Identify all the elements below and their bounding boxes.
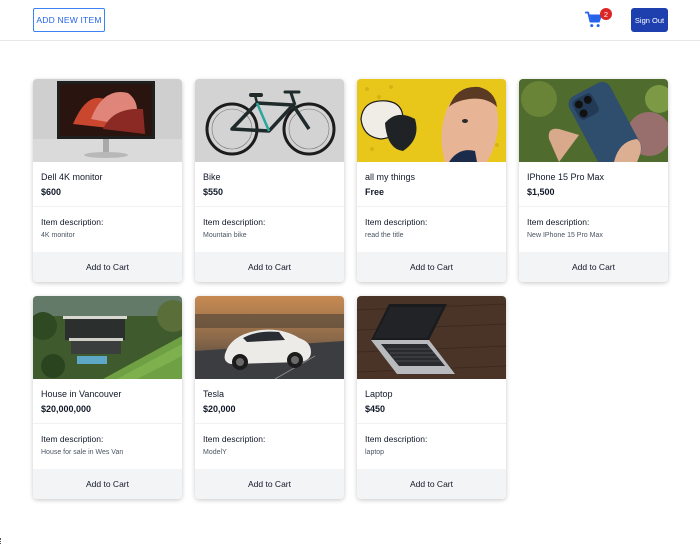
- description-label: Item description:: [41, 217, 104, 227]
- product-description: 4K monitor: [41, 232, 75, 239]
- add-to-cart-button[interactable]: Add to Cart: [519, 252, 668, 282]
- product-image: [195, 79, 344, 162]
- product-title: Tesla: [203, 389, 225, 399]
- product-price: Free: [365, 187, 385, 197]
- product-card: Dell 4K monitor $600 Item description: 4…: [33, 79, 182, 282]
- product-description: laptop: [365, 449, 385, 456]
- page-edge-marker: [0, 538, 2, 544]
- description-label: Item description:: [365, 217, 428, 227]
- product-price: $20,000: [203, 404, 236, 414]
- sign-out-button[interactable]: Sign Out: [631, 8, 668, 32]
- product-description: ModelY: [203, 449, 227, 456]
- description-label: Item description:: [203, 434, 266, 444]
- card-divider: [33, 206, 182, 207]
- add-to-cart-button[interactable]: Add to Cart: [33, 252, 182, 282]
- add-to-cart-button[interactable]: Add to Cart: [33, 469, 182, 499]
- product-image: [33, 296, 182, 379]
- product-title: Dell 4K monitor: [41, 172, 103, 182]
- add-to-cart-button[interactable]: Add to Cart: [357, 469, 506, 499]
- product-title: Bike: [203, 172, 221, 182]
- description-label: Item description:: [527, 217, 590, 227]
- description-label: Item description:: [41, 434, 104, 444]
- card-divider: [195, 206, 344, 207]
- card-divider: [519, 206, 668, 207]
- top-nav: ADD NEW ITEM 2 Sign Out: [0, 0, 700, 41]
- product-grid: Dell 4K monitor $600 Item description: 4…: [33, 79, 668, 499]
- product-price: $450: [365, 404, 386, 414]
- product-image: [195, 296, 344, 379]
- product-image: [357, 296, 506, 379]
- product-card: House in Vancouver $20,000,000 Item desc…: [33, 296, 182, 499]
- product-price: $20,000,000: [41, 404, 92, 414]
- description-label: Item description:: [365, 434, 428, 444]
- product-price: $600: [41, 187, 62, 197]
- product-card: all my things Free Item description: rea…: [357, 79, 506, 282]
- add-new-item-button[interactable]: ADD NEW ITEM: [33, 8, 105, 32]
- product-description: House for sale in Wes Van: [41, 449, 124, 456]
- product-image: [33, 79, 182, 162]
- product-title: all my things: [365, 172, 416, 182]
- description-label: Item description:: [203, 217, 266, 227]
- product-card: Tesla $20,000 Item description: ModelY A…: [195, 296, 344, 499]
- product-card: IPhone 15 Pro Max $1,500 Item descriptio…: [519, 79, 668, 282]
- card-divider: [33, 423, 182, 424]
- card-divider: [357, 423, 506, 424]
- product-card: Bike $550 Item description: Mountain bik…: [195, 79, 344, 282]
- add-to-cart-button[interactable]: Add to Cart: [195, 469, 344, 499]
- product-title: IPhone 15 Pro Max: [527, 172, 605, 182]
- product-price: $1,500: [527, 187, 555, 197]
- add-to-cart-button[interactable]: Add to Cart: [357, 252, 506, 282]
- product-title: Laptop: [365, 389, 393, 399]
- product-price: $550: [203, 187, 224, 197]
- product-image: [519, 79, 668, 162]
- product-description: Mountain bike: [203, 232, 247, 239]
- add-to-cart-button[interactable]: Add to Cart: [195, 252, 344, 282]
- product-description: read the title: [365, 232, 404, 239]
- card-divider: [195, 423, 344, 424]
- product-image: [357, 79, 506, 162]
- product-card: Laptop $450 Item description: laptop Add…: [357, 296, 506, 499]
- card-divider: [357, 206, 506, 207]
- product-title: House in Vancouver: [41, 389, 122, 399]
- cart-count-badge: 2: [600, 8, 612, 20]
- product-description: New IPhone 15 Pro Max: [527, 232, 603, 239]
